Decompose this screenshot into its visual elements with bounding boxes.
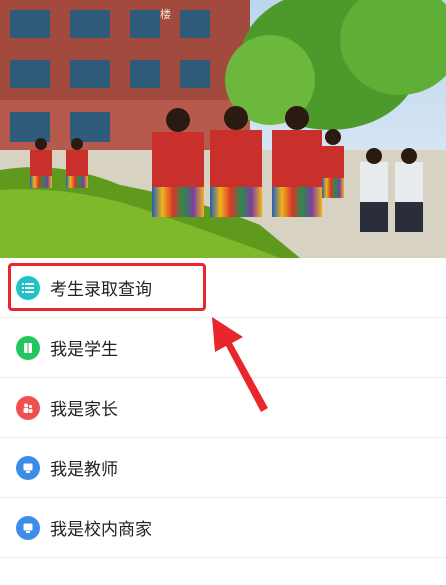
menu-item-label: 我是校内商家: [50, 520, 152, 540]
menu-item-label: 我是家长: [50, 400, 118, 420]
building-sign: 楼: [160, 7, 171, 21]
teacher-icon: [16, 455, 40, 480]
menu-item-student[interactable]: 我是学生: [0, 318, 446, 378]
family-icon: [16, 395, 40, 420]
shop-icon: [16, 515, 40, 540]
book-icon: [16, 335, 40, 360]
menu-item-label: 我是学生: [50, 340, 118, 360]
campus-photo-illustration: 楼: [0, 0, 446, 258]
menu-item-label: 我是教师: [50, 460, 118, 480]
highlight-box: [8, 263, 206, 311]
menu-item-teacher[interactable]: 我是教师: [0, 438, 446, 498]
menu-item-parent[interactable]: 我是家长: [0, 378, 446, 438]
campus-banner-image: 楼: [0, 0, 446, 258]
menu-item-campus-merchant[interactable]: 我是校内商家: [0, 498, 446, 558]
